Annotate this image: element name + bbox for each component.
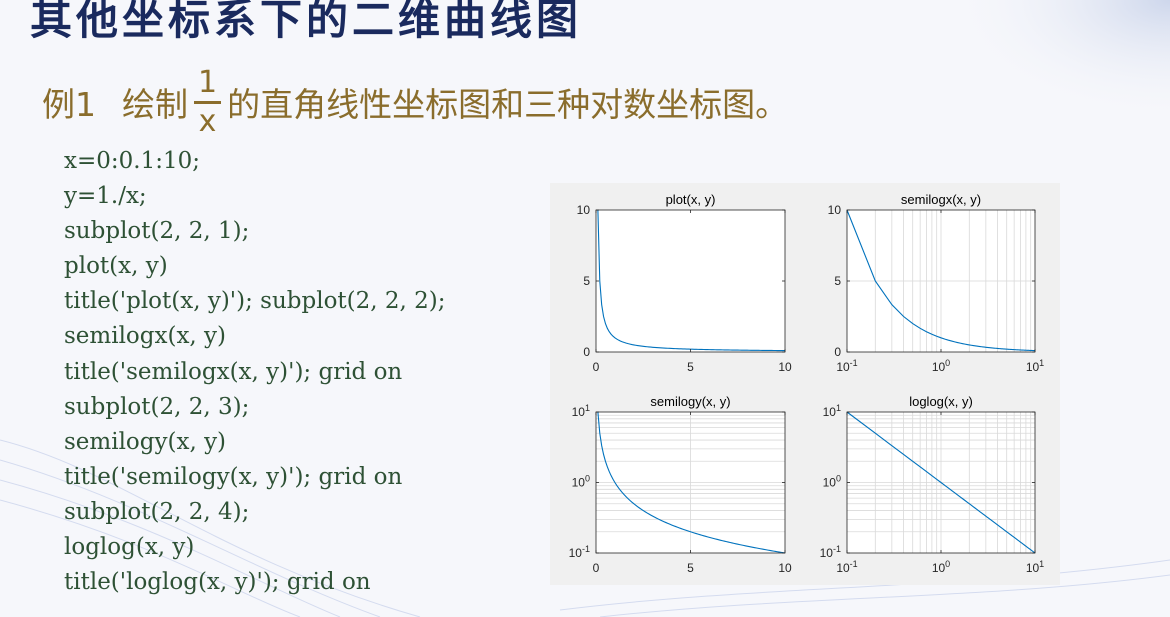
slide-title: 其他坐标系下的二维曲线图 (30, 0, 583, 44)
x-tick-label: 0 (593, 360, 600, 374)
subplot-4: 10-1 100 10110-1100101 loglog(x, y) (820, 394, 1045, 575)
x-tick-label: 10-1 (836, 358, 857, 374)
tick-exponent: 1 (836, 403, 841, 413)
task-prefix: 绘制 (122, 85, 188, 124)
x-tick-label: 5 (687, 360, 694, 374)
example-label: 例1 (42, 85, 96, 124)
code-line: y=1./x; (64, 183, 147, 210)
tick-exponent: -1 (850, 559, 858, 569)
plot-area (596, 210, 785, 352)
code-line: plot(x, y) (64, 253, 168, 280)
code-line: subplot(2, 2, 1); (64, 218, 250, 245)
tick-exponent: 0 (945, 358, 950, 368)
subplot-grid: 0 5 100510plot(x, y)10-1 100 1010510semilogx… (569, 192, 1045, 575)
subplot-title: plot(x, y) (666, 192, 716, 207)
code-line: title('plot(x, y)'); subplot(2, 2, 2); (64, 288, 446, 315)
tick-exponent: 0 (585, 474, 590, 484)
subplot-2: 10-1 100 1010510semilogx(x, y) (828, 192, 1045, 374)
code-line: title('semilogy(x, y)'); grid on (64, 463, 403, 490)
task-suffix: 的直角线性坐标图和三种对数坐标图。 (227, 85, 789, 124)
subplot-title: loglog(x, y) (909, 394, 973, 409)
x-tick-label: 100 (932, 559, 950, 575)
x-tick-label: 10 (778, 360, 792, 374)
example-heading: 例1 绘制 1 x 的直角线性坐标图和三种对数坐标图。 (42, 62, 788, 142)
y-tick-label: 101 (823, 403, 841, 419)
y-tick-label: 5 (834, 274, 841, 288)
code-line: subplot(2, 2, 3); (64, 393, 250, 420)
y-tick-label: 10-1 (820, 544, 841, 560)
code-line: semilogy(x, y) (64, 428, 227, 455)
x-tick-label: 10 (778, 561, 792, 575)
tick-exponent: 1 (1039, 358, 1044, 368)
y-tick-label: 10 (577, 203, 591, 217)
y-tick-label: 10 (828, 203, 842, 217)
tick-exponent: -1 (833, 544, 841, 554)
tick-exponent: 1 (1039, 559, 1044, 569)
tick-exponent: 0 (945, 559, 950, 569)
matlab-figure: 0 5 10 0 5 10 plot(x, y) 10-1 100 101 0 5 10 semilogx… (550, 183, 1060, 585)
subplot-title: semilogy(x, y) (650, 394, 730, 409)
code-line: loglog(x, y) (64, 534, 195, 561)
code-line: x=0:0.1:10; (64, 148, 200, 174)
tick-exponent: 0 (836, 474, 841, 484)
y-tick-label: 100 (823, 474, 841, 490)
subplot-title: semilogx(x, y) (901, 192, 981, 207)
x-tick-label: 5 (687, 561, 694, 575)
fraction-one-over-x: 1 x (194, 67, 222, 139)
x-tick-label: 100 (932, 358, 950, 374)
matlab-code-block: x=0:0.1:10; y=1./x; subplot(2, 2, 1); pl… (64, 144, 446, 600)
y-tick-label: 101 (572, 403, 590, 419)
tick-exponent: -1 (582, 544, 590, 554)
code-line: semilogx(x, y) (64, 323, 227, 350)
tick-exponent: 1 (585, 403, 590, 413)
y-tick-label: 0 (583, 345, 590, 359)
x-tick-label: 101 (1026, 559, 1044, 575)
y-tick-label: 10-1 (569, 544, 590, 560)
x-tick-label: 101 (1026, 358, 1044, 374)
x-tick-label: 10-1 (836, 559, 857, 575)
subplot-1: 0 5 10 0 5 10 plot(x, y) (577, 192, 792, 374)
code-line: title('semilogx(x, y)'); grid on (64, 358, 403, 385)
tick-exponent: -1 (850, 358, 858, 368)
subplot-3: 0 5 1010-1100101 semilogy(x, y) (569, 394, 792, 575)
y-tick-label: 0 (834, 345, 841, 359)
code-line: subplot(2, 2, 4); (64, 498, 250, 525)
fraction-numerator: 1 (194, 67, 222, 104)
x-tick-label: 0 (593, 561, 600, 575)
y-tick-label: 100 (572, 474, 590, 490)
y-tick-label: 5 (583, 274, 590, 288)
code-line: title('loglog(x, y)'); grid on (64, 569, 371, 596)
fraction-denominator: x (198, 103, 217, 139)
